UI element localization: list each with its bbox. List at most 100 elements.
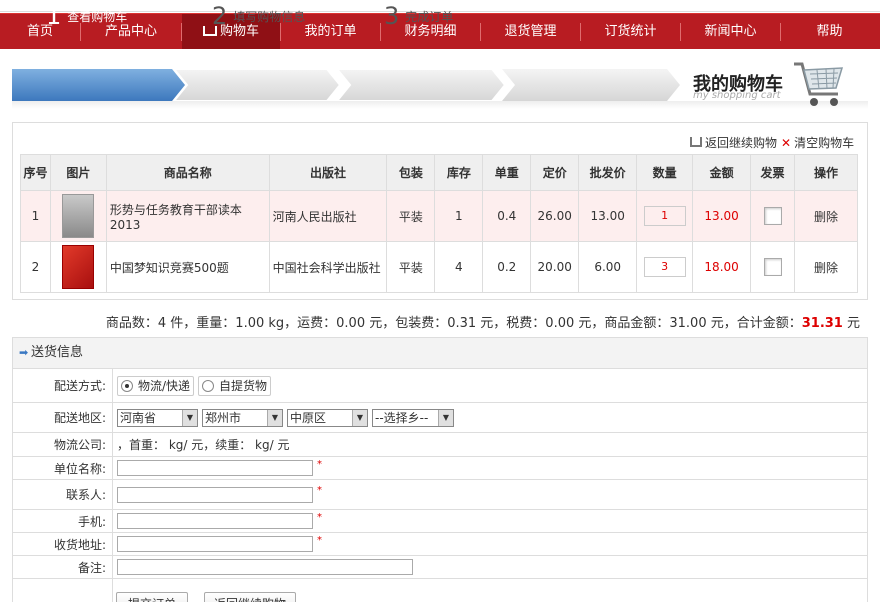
radio-self-pickup-label: 自提货物 bbox=[219, 379, 268, 393]
invoice-cell bbox=[750, 241, 796, 293]
chevron-down-icon: ▼ bbox=[438, 409, 453, 426]
amount: 13.00 bbox=[692, 190, 752, 242]
unit-field-wrap: * bbox=[113, 457, 867, 479]
radio-logistics[interactable]: 物流/快递 bbox=[117, 375, 195, 396]
shopping-cart-icon bbox=[794, 62, 844, 106]
col-header: 操作 bbox=[794, 154, 858, 191]
region-label: 配送地区: bbox=[13, 403, 113, 432]
unit-label: 单位名称: bbox=[13, 457, 113, 479]
product-image[interactable] bbox=[49, 241, 107, 293]
cart-table: 序号 图片 商品名称 出版社 包装 库存 单重 定价 批发价 数量 金额 发票 … bbox=[20, 154, 858, 293]
chevron-down-icon: ▼ bbox=[267, 409, 282, 426]
invoice-checkbox[interactable] bbox=[763, 207, 782, 225]
step-2: 2 填写购物信息 bbox=[212, 2, 306, 30]
col-header: 包装 bbox=[386, 154, 436, 191]
row-index: 1 bbox=[20, 190, 51, 242]
step-shadow bbox=[12, 101, 868, 109]
wholesale-price: 13.00 bbox=[578, 190, 638, 242]
wholesale-price: 6.00 bbox=[578, 241, 638, 293]
region-selects: 河南省 ▼ 郑州市 ▼ 中原区 ▼ --选择乡-- ▼ bbox=[113, 403, 867, 432]
product-name[interactable]: 形势与任务教育干部读本2013 bbox=[105, 190, 270, 242]
note-label: 备注: bbox=[13, 556, 113, 578]
amount: 18.00 bbox=[692, 241, 752, 293]
quantity-input[interactable]: 1 bbox=[643, 206, 686, 226]
step-empty-arrow bbox=[502, 69, 680, 101]
required-mark: * bbox=[317, 534, 322, 546]
book-cover-icon bbox=[62, 245, 95, 289]
step-arrows bbox=[12, 69, 680, 101]
delete-link[interactable]: 删除 bbox=[794, 241, 858, 293]
product-name[interactable]: 中国梦知识竞赛500题 bbox=[105, 241, 270, 293]
method-label: 配送方式: bbox=[13, 369, 113, 402]
summary-total: 31.31 bbox=[801, 316, 843, 331]
form-row-phone: 手机: * bbox=[12, 510, 868, 533]
summary-text: 商品数：4 件，重量：1.00 kg，运费：0.00 元，包装费：0.31 元，… bbox=[105, 316, 802, 331]
col-header: 单重 bbox=[482, 154, 532, 191]
submit-order-button[interactable]: 提交订单 bbox=[116, 592, 188, 602]
continue-shopping-link[interactable]: 返回继续购物 bbox=[690, 134, 777, 151]
table-header-row: 序号 图片 商品名称 出版社 包装 库存 单重 定价 批发价 数量 金额 发票 … bbox=[20, 154, 858, 191]
back-to-shopping-button[interactable]: 返回继续购物 bbox=[204, 592, 296, 602]
address-input[interactable] bbox=[117, 536, 313, 552]
radio-self-pickup[interactable]: 自提货物 bbox=[198, 375, 272, 396]
nav-item-returns[interactable]: 退货管理 bbox=[481, 14, 580, 49]
close-icon: ✕ bbox=[781, 136, 792, 150]
contact-input[interactable] bbox=[117, 486, 313, 503]
nav-item-help[interactable]: 帮助 bbox=[781, 14, 878, 49]
contact-field-wrap: * bbox=[113, 480, 867, 509]
method-options: 物流/快递 自提货物 bbox=[113, 369, 867, 402]
delivery-form: 配送方式: 物流/快递 自提货物 配送地区: 河南省 ▼ 郑州市 ▼ 中原区 ▼ --… bbox=[12, 369, 868, 602]
step-3-arrow bbox=[335, 69, 507, 101]
clear-cart-link[interactable]: ✕ 清空购物车 bbox=[781, 134, 854, 151]
col-header: 出版社 bbox=[268, 154, 388, 191]
quantity-cell: 3 bbox=[636, 241, 694, 293]
nav-item-stats[interactable]: 订货统计 bbox=[581, 14, 680, 49]
phone-input[interactable] bbox=[117, 513, 313, 529]
unit-weight: 0.2 bbox=[482, 241, 532, 293]
table-row: 1 形势与任务教育干部读本2013 河南人民出版社 平装 1 0.4 26.00… bbox=[20, 190, 858, 242]
stock: 4 bbox=[434, 241, 484, 293]
quantity-input[interactable]: 3 bbox=[643, 257, 686, 277]
arrow-right-icon: ➡ bbox=[19, 346, 29, 359]
delete-link[interactable]: 删除 bbox=[794, 190, 858, 242]
address-field-wrap: * bbox=[113, 533, 867, 555]
packaging: 平装 bbox=[386, 241, 436, 293]
cart-small-icon bbox=[690, 137, 702, 147]
form-row-address: 收货地址: * bbox=[12, 533, 868, 556]
col-header: 金额 bbox=[692, 154, 752, 191]
col-header: 定价 bbox=[530, 154, 580, 191]
col-header: 库存 bbox=[434, 154, 484, 191]
required-mark: * bbox=[317, 511, 322, 523]
town-select[interactable]: --选择乡-- ▼ bbox=[372, 408, 454, 427]
form-row-note: 备注: bbox=[12, 556, 868, 579]
note-field-wrap bbox=[113, 556, 867, 578]
invoice-checkbox[interactable] bbox=[763, 258, 782, 276]
city-select[interactable]: 郑州市 ▼ bbox=[202, 408, 283, 427]
cart-subtitle: my shopping cart bbox=[693, 90, 781, 101]
required-mark: * bbox=[317, 458, 322, 470]
list-price: 20.00 bbox=[530, 241, 580, 293]
note-input[interactable] bbox=[117, 559, 413, 575]
invoice-cell bbox=[750, 190, 796, 242]
address-label: 收货地址: bbox=[13, 533, 113, 555]
contact-label: 联系人: bbox=[13, 480, 113, 509]
form-row-unit: 单位名称: * bbox=[12, 457, 868, 480]
district-select[interactable]: 中原区 ▼ bbox=[287, 408, 368, 427]
chevron-down-icon: ▼ bbox=[352, 409, 367, 426]
quantity-cell: 1 bbox=[636, 190, 694, 242]
col-header: 批发价 bbox=[578, 154, 638, 191]
province-select[interactable]: 河南省 ▼ bbox=[117, 408, 198, 427]
packaging: 平装 bbox=[386, 190, 436, 242]
unit-name-input[interactable] bbox=[117, 460, 313, 476]
radio-dot bbox=[121, 379, 133, 392]
col-header: 序号 bbox=[20, 154, 51, 191]
phone-label: 手机: bbox=[13, 510, 113, 532]
radio-dot bbox=[202, 379, 215, 392]
book-cover-icon bbox=[62, 194, 95, 238]
form-row-method: 配送方式: 物流/快递 自提货物 bbox=[12, 369, 868, 403]
form-row-contact: 联系人: * bbox=[12, 480, 868, 510]
company-label: 物流公司: bbox=[13, 433, 113, 456]
actions-spacer bbox=[13, 579, 113, 602]
nav-item-news[interactable]: 新闻中心 bbox=[681, 14, 780, 49]
product-image[interactable] bbox=[49, 190, 107, 242]
